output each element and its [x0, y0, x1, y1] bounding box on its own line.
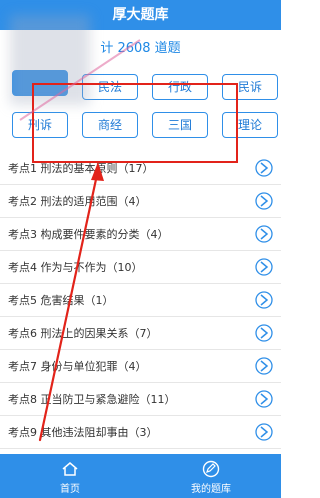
- list-item[interactable]: 考点3 构成要件要素的分类（4）: [0, 218, 281, 251]
- topic-label: 考点8 正当防卫与紧急避险（11）: [8, 393, 176, 406]
- subject-tab-criminal-procedure[interactable]: 刑诉: [12, 112, 68, 138]
- list-item[interactable]: 考点6 刑法上的因果关系（7）: [0, 317, 281, 350]
- bottom-nav: 首页 我的题库: [0, 454, 281, 498]
- question-count: 计 2608 道题: [100, 41, 181, 56]
- app-title: 厚大题库: [112, 7, 169, 23]
- expand-arrow-icon[interactable]: [255, 390, 273, 408]
- topic-label: 考点1 刑法的基本原则（17）: [8, 162, 154, 175]
- topic-label: 考点9 其他违法阻却事由（3）: [8, 426, 158, 439]
- app-header: 厚大题库: [0, 0, 281, 30]
- subject-tab-civil-procedure[interactable]: 民诉: [222, 74, 278, 100]
- expand-arrow-icon[interactable]: [255, 192, 273, 210]
- subject-tabs: 民法 行政 民诉 刑诉 商经 三国 理论: [0, 70, 281, 148]
- subject-tab-civil[interactable]: 民法: [82, 74, 138, 100]
- home-icon: [62, 462, 78, 476]
- expand-arrow-icon[interactable]: [255, 423, 273, 441]
- subject-tab-theory[interactable]: 理论: [222, 112, 278, 138]
- expand-arrow-icon[interactable]: [255, 258, 273, 276]
- nav-my-bank-label: 我的题库: [191, 484, 231, 495]
- edit-note-icon: [202, 460, 220, 478]
- expand-arrow-icon[interactable]: [255, 159, 273, 177]
- expand-arrow-icon[interactable]: [255, 291, 273, 309]
- nav-home-label: 首页: [60, 484, 80, 495]
- subject-tab-admin[interactable]: 行政: [152, 74, 208, 100]
- nav-home[interactable]: 首页: [0, 454, 140, 498]
- subject-tab-criminal[interactable]: [12, 70, 68, 96]
- topic-list: 考点1 刑法的基本原则（17） 考点2 刑法的适用范围（4） 考点3 构成要件要…: [0, 152, 281, 449]
- list-item[interactable]: 考点7 身份与单位犯罪（4）: [0, 350, 281, 383]
- topic-label: 考点4 作为与不作为（10）: [8, 261, 143, 274]
- topic-label: 考点7 身份与单位犯罪（4）: [8, 360, 147, 373]
- list-item[interactable]: 考点2 刑法的适用范围（4）: [0, 185, 281, 218]
- nav-my-bank[interactable]: 我的题库: [141, 454, 281, 498]
- list-item[interactable]: 考点5 危害结果（1）: [0, 284, 281, 317]
- list-item[interactable]: 考点9 其他违法阻却事由（3）: [0, 416, 281, 449]
- list-item[interactable]: 考点4 作为与不作为（10）: [0, 251, 281, 284]
- topic-label: 考点5 危害结果（1）: [8, 294, 114, 307]
- expand-arrow-icon[interactable]: [255, 324, 273, 342]
- topic-label: 考点2 刑法的适用范围（4）: [8, 195, 147, 208]
- topic-label: 考点3 构成要件要素的分类（4）: [8, 228, 169, 241]
- topic-label: 考点6 刑法上的因果关系（7）: [8, 327, 158, 340]
- subject-tab-commercial[interactable]: 商经: [82, 112, 138, 138]
- list-item[interactable]: 考点8 正当防卫与紧急避险（11）: [0, 383, 281, 416]
- list-item[interactable]: 考点1 刑法的基本原则（17）: [0, 152, 281, 185]
- expand-arrow-icon[interactable]: [255, 225, 273, 243]
- subject-tab-international[interactable]: 三国: [152, 112, 208, 138]
- expand-arrow-icon[interactable]: [255, 357, 273, 375]
